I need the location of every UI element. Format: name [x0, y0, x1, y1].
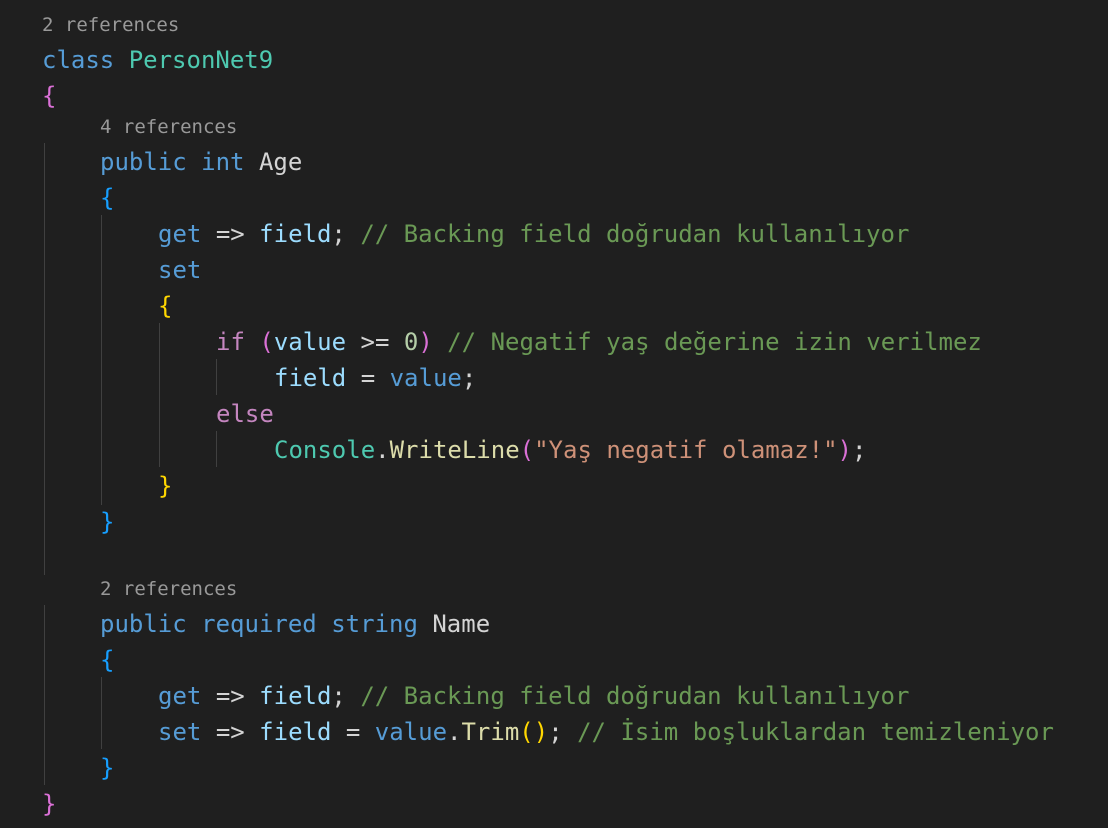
bracket-token: {	[42, 82, 57, 110]
operator-token: =>	[215, 682, 245, 710]
keyword-token: field	[259, 718, 332, 746]
code-line: if (value >= 0) // Negatif yaş değerine …	[216, 324, 982, 360]
operator-token: =	[360, 364, 376, 392]
indent-guide	[159, 323, 160, 467]
type-token: Console	[274, 436, 376, 464]
punctuation-token: .	[447, 718, 462, 746]
code-line: }	[100, 750, 114, 786]
code-line: }	[158, 468, 172, 504]
indent-guide	[44, 605, 45, 785]
code-editor[interactable]: 2 references class PersonNet9 { 4 refere…	[0, 0, 1108, 828]
keyword-token: field	[274, 364, 347, 392]
operator-token: =	[345, 718, 361, 746]
punctuation-token: ;	[548, 718, 563, 746]
code-line: }	[42, 786, 56, 822]
bracket-token: }	[42, 790, 57, 818]
code-line: get => field; // Backing field doğrudan …	[158, 216, 909, 252]
bracket-token: }	[158, 472, 173, 500]
keyword-token: get	[158, 682, 202, 710]
keyword-token: set	[158, 718, 202, 746]
comment-token: // Backing field doğrudan kullanılıyor	[360, 220, 910, 248]
bracket-token: )	[533, 718, 549, 746]
property-name-token: Age	[258, 148, 303, 176]
indent-guide	[216, 359, 217, 395]
code-line: field = value;	[274, 360, 476, 396]
punctuation-token: ;	[331, 682, 346, 710]
code-line: set	[158, 252, 201, 288]
codelens-references[interactable]: 4 references	[100, 112, 237, 142]
code-line: get => field; // Backing field doğrudan …	[158, 678, 909, 714]
number-token: 0	[403, 328, 419, 356]
keyword-token: class	[42, 46, 115, 74]
bracket-token: {	[100, 184, 115, 212]
code-line: {	[100, 642, 114, 678]
comment-token: // Backing field doğrudan kullanılıyor	[360, 682, 910, 710]
punctuation-token: ;	[461, 364, 477, 392]
bracket-token: {	[100, 646, 115, 674]
keyword-token: public	[100, 610, 187, 638]
code-line: Console.WriteLine("Yaş negatif olamaz!")…	[274, 432, 866, 468]
bracket-token: (	[519, 436, 535, 464]
bracket-token: }	[100, 754, 115, 782]
code-line: else	[216, 396, 274, 432]
code-line: class PersonNet9	[42, 42, 273, 78]
bracket-token: {	[158, 292, 173, 320]
keyword-token: else	[216, 400, 274, 428]
indent-guide	[216, 431, 217, 467]
keyword-token: public	[100, 148, 187, 176]
punctuation-token: .	[375, 436, 390, 464]
code-line: }	[100, 504, 114, 540]
indent-guide	[101, 215, 102, 505]
keyword-token: required	[201, 610, 317, 638]
keyword-token: int	[201, 148, 245, 176]
codelens-references[interactable]: 2 references	[42, 10, 179, 40]
keyword-token: get	[158, 220, 202, 248]
keyword-token: field	[259, 220, 332, 248]
punctuation-token: ;	[852, 436, 867, 464]
keyword-token: value	[389, 364, 462, 392]
code-line: {	[42, 78, 56, 114]
keyword-token: field	[259, 682, 332, 710]
bracket-token: (	[259, 328, 274, 356]
keyword-token: value	[273, 328, 347, 356]
keyword-token: set	[158, 256, 202, 284]
operator-token: =>	[215, 718, 245, 746]
indent-guide	[101, 677, 102, 749]
bracket-token: )	[418, 328, 433, 356]
bracket-token: }	[100, 508, 115, 536]
code-line: {	[100, 180, 114, 216]
method-token: Trim	[461, 718, 520, 746]
keyword-token: if	[216, 328, 245, 356]
property-name-token: Name	[432, 610, 491, 638]
keyword-token: value	[374, 718, 448, 746]
comment-token: // Negatif yaş değerine izin verilmez	[447, 328, 982, 356]
codelens-references[interactable]: 2 references	[100, 574, 237, 604]
code-line: public int Age	[100, 144, 302, 180]
code-line: set => field = value.Trim(); // İsim boş…	[158, 714, 1054, 750]
comment-token: // İsim boşluklardan temizleniyor	[577, 718, 1054, 746]
bracket-token: (	[519, 718, 534, 746]
class-name-token: PersonNet9	[128, 46, 274, 74]
code-line: {	[158, 288, 172, 324]
indent-guide	[44, 143, 45, 575]
method-token: WriteLine	[389, 436, 520, 464]
keyword-token: string	[331, 610, 418, 638]
operator-token: =>	[215, 220, 245, 248]
string-token: "Yaş negatif olamaz!"	[534, 436, 838, 464]
code-line: public required string Name	[100, 606, 490, 642]
punctuation-token: ;	[331, 220, 346, 248]
bracket-token: )	[837, 436, 852, 464]
operator-token: >=	[360, 328, 390, 356]
